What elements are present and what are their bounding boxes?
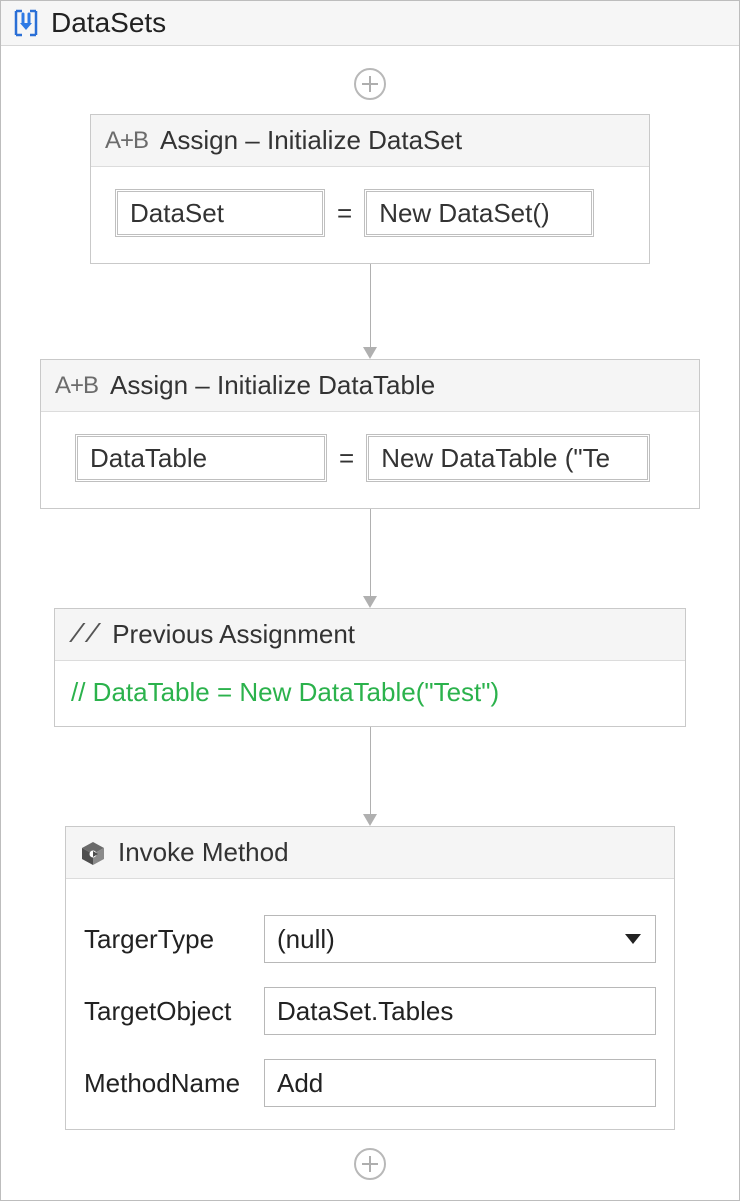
equals-label: = [339,443,354,474]
target-object-row: TargetObject DataSet.Tables [84,987,656,1035]
activity-title: Invoke Method [118,837,289,868]
equals-label: = [337,198,352,229]
comment-text[interactable]: // DataTable = New DataTable("Test") [55,661,685,726]
target-object-label: TargetObject [84,996,264,1027]
invoke-method-icon [80,840,106,866]
assign-body: DataSet = New DataSet() [91,167,649,263]
method-name-label: MethodName [84,1068,264,1099]
assign-body: DataTable = New DataTable ("Te [41,412,699,508]
assign-value-text: New DataSet() [379,198,550,229]
assign-activity-initialize-dataset[interactable]: A+B Assign – Initialize DataSet DataSet … [90,114,650,264]
target-object-field[interactable]: DataSet.Tables [264,987,656,1035]
flow-connector [363,727,377,826]
activity-title: Assign – Initialize DataTable [110,370,435,401]
assign-icon: A+B [105,127,148,155]
assign-to-field[interactable]: DataTable [75,434,327,482]
assign-value-field[interactable]: New DataTable ("Te [366,434,650,482]
comment-activity[interactable]: // Previous Assignment // DataTable = Ne… [54,608,686,727]
target-type-dropdown[interactable]: (null) [264,915,656,963]
sequence-title: DataSets [51,7,166,39]
chevron-down-icon [625,934,641,944]
assign-value-field[interactable]: New DataSet() [364,189,594,237]
method-name-row: MethodName Add [84,1059,656,1107]
sequence-body: A+B Assign – Initialize DataSet DataSet … [1,46,739,1200]
sequence-container[interactable]: DataSets A+B Assign – Initialize DataSet… [0,0,740,1201]
flow-connector [363,509,377,608]
assign-value-text: New DataTable ("Te [381,443,610,474]
add-activity-bottom-button[interactable] [354,1148,386,1180]
activity-header[interactable]: A+B Assign – Initialize DataSet [91,115,649,167]
add-activity-top-button[interactable] [354,68,386,100]
comment-icon: // [69,620,100,650]
sequence-icon [11,8,41,38]
activity-title: Previous Assignment [112,619,355,650]
activity-header[interactable]: // Previous Assignment [55,609,685,661]
invoke-body: TargerType (null) TargetObject DataSet.T… [66,879,674,1129]
assign-icon: A+B [55,372,98,400]
target-type-row: TargerType (null) [84,915,656,963]
method-name-field[interactable]: Add [264,1059,656,1107]
assign-to-value: DataTable [90,443,207,474]
flow-connector [363,264,377,359]
activity-title: Assign – Initialize DataSet [160,125,462,156]
assign-activity-initialize-datatable[interactable]: A+B Assign – Initialize DataTable DataTa… [40,359,700,509]
target-type-label: TargerType [84,924,264,955]
sequence-header[interactable]: DataSets [1,1,739,46]
activity-header[interactable]: Invoke Method [66,827,674,879]
invoke-method-activity[interactable]: Invoke Method TargerType (null) TargetOb… [65,826,675,1130]
assign-to-field[interactable]: DataSet [115,189,325,237]
target-type-value: (null) [277,924,335,955]
activity-header[interactable]: A+B Assign – Initialize DataTable [41,360,699,412]
assign-to-value: DataSet [130,198,224,229]
target-object-value: DataSet.Tables [277,996,453,1027]
method-name-value: Add [277,1068,323,1099]
